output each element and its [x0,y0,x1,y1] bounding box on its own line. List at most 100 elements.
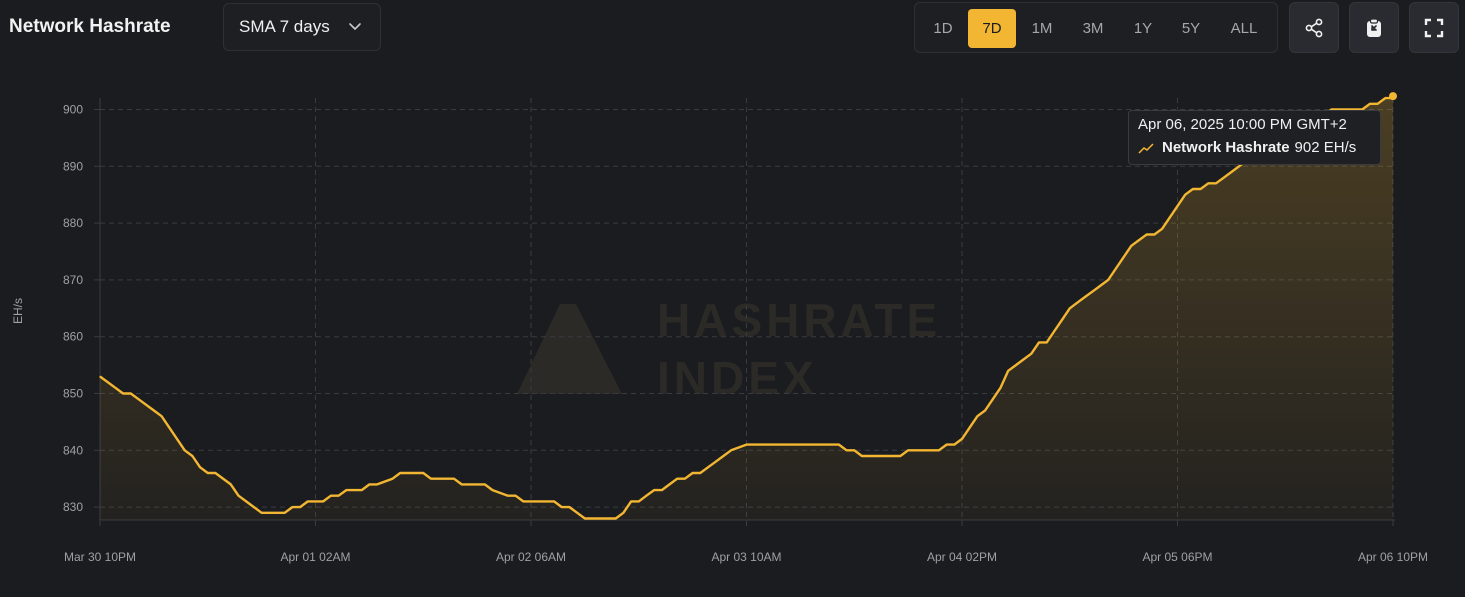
series-point [1069,307,1071,309]
series-point [676,478,678,480]
series-point [645,495,648,497]
series-point [553,500,555,502]
series-point [468,483,470,485]
series-point [314,500,317,502]
series-point [391,478,394,480]
watermark: HASHRATE INDEX [517,294,937,404]
series-point [353,489,355,491]
series-point [969,427,971,429]
series-point [307,500,309,502]
series-point [922,449,925,451]
series-point [230,483,232,485]
series-point [376,483,378,485]
series-point [530,500,532,502]
watermark-logo-icon [517,304,622,394]
series-point [576,512,578,514]
series-point [291,506,293,508]
series-point [707,466,709,468]
series-point [1369,103,1371,105]
series-point [253,506,255,508]
series-point [330,495,332,497]
series-point [445,478,447,480]
series-point [792,444,794,446]
y-tick-label: 850 [63,387,83,401]
series-point [1046,341,1048,343]
series-point [776,444,778,446]
x-tick-label: Apr 01 02AM [280,550,350,564]
series-point [545,500,548,502]
series-point [1007,370,1009,372]
series-point [884,455,886,457]
x-tick-label: Apr 06 10PM [1358,550,1428,564]
series-point [276,512,278,514]
series-point [345,489,347,491]
tooltip-series-value: 902 EH/s [1294,139,1357,156]
series-point [1169,216,1171,218]
tooltip-date: Apr 06, 2025 10:00 PM GMT+2 [1138,116,1347,133]
series-point [122,392,124,395]
x-tick-label: Apr 02 06AM [496,550,566,564]
series-point [630,500,632,502]
series-point [769,444,771,446]
tooltip-series-name: Network Hashrate [1162,139,1290,156]
series-point [368,483,370,485]
y-tick-label: 840 [63,443,83,457]
series-point [1099,285,1102,287]
series-point [184,449,186,451]
series-point [976,415,979,417]
series-point [415,472,417,474]
series-point [237,495,240,497]
series-point [984,409,986,412]
series-point [261,512,263,514]
series-point [322,500,324,502]
series-point [1030,353,1032,355]
series-point [1023,358,1025,360]
hashrate-chart[interactable]: HASHRATE INDEX 830840850860870880890900 … [0,0,1465,597]
series-point [653,489,655,491]
series-point [1161,228,1163,230]
series-point [245,500,247,502]
series-point [361,489,363,491]
series-point [484,483,486,485]
series-point [137,398,140,400]
series-point [476,483,478,485]
series-point [207,472,209,474]
series-point [515,495,517,497]
series-point [961,438,963,440]
series-point [1200,188,1202,190]
series-point [430,478,432,480]
series-point [522,500,524,502]
series-point [1377,103,1379,105]
series-point [453,478,455,480]
series-point [1238,165,1240,167]
watermark-text-line2: INDEX [657,352,818,404]
series-point [615,517,617,520]
series-point [899,455,902,457]
series-point [1107,279,1109,281]
series-point [299,506,301,508]
series-point [1176,205,1179,207]
series-point [876,455,878,457]
series-point [168,427,170,429]
series-point [1223,177,1225,179]
series-point [422,472,424,474]
series-point [999,387,1002,389]
x-tick-label: Mar 30 10PM [64,550,136,564]
y-tick-label: 890 [63,159,83,173]
y-tick-label: 830 [63,500,83,514]
series-point [1130,245,1132,247]
series-point [461,483,463,485]
series-point [892,455,894,457]
series-point [1153,233,1155,236]
y-axis: 830 840 850 860 870 880 890 900 [63,98,101,520]
series-point [191,455,193,457]
series-point [1092,290,1094,292]
series-point [114,387,116,389]
series-point [99,375,101,378]
series-point [668,483,671,485]
series-point [1184,194,1186,196]
hover-point [1389,92,1397,101]
x-tick-label: Apr 03 10AM [711,550,781,564]
series-point [592,517,594,520]
series-point [869,455,871,457]
